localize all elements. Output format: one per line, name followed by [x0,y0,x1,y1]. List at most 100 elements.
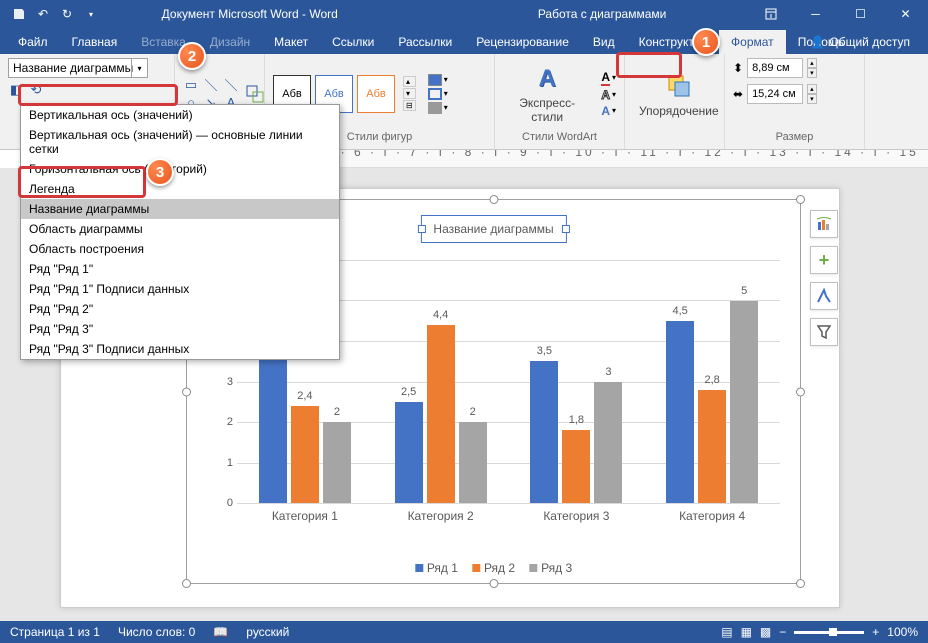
shape-fill-button[interactable]: ▾ [428,74,448,86]
change-shape-button[interactable] [245,84,265,104]
chart-add-element-icon[interactable]: + [810,246,838,274]
text-fill-button[interactable]: A▾ [601,70,616,86]
maximize-icon[interactable]: ☐ [838,0,883,28]
dropdown-item[interactable]: Вертикальная ось (значений) — основные л… [21,125,339,159]
spinner-up-icon[interactable]: ▴ [807,84,817,94]
bar[interactable]: 1,8 [562,430,590,503]
gallery-down-icon[interactable]: ▾ [403,88,416,99]
tab-mail[interactable]: Рассылки [386,30,464,54]
view-web-icon[interactable]: ▩ [760,625,771,639]
legend-item[interactable]: Ряд 1 [415,561,458,575]
dropdown-item[interactable]: Ряд "Ряд 3" [21,319,339,339]
dropdown-item[interactable]: Ряд "Ряд 1" Подписи данных [21,279,339,299]
chart-title[interactable]: Название диаграммы [420,215,566,243]
spell-check-icon[interactable]: 📖 [213,625,228,639]
shape-rect-icon[interactable]: ▭ [183,77,199,93]
reset-style-icon[interactable]: ⟲ [28,82,44,98]
tab-review[interactable]: Рецензирование [464,30,581,54]
bar[interactable]: 4,4 [427,325,455,503]
callout-3: 3 [146,158,174,186]
category-group[interactable]: 3,51,83 [530,260,622,503]
tab-home[interactable]: Главная [60,30,130,54]
minimize-icon[interactable]: ─ [793,0,838,28]
chevron-down-icon[interactable]: ▾ [131,59,147,77]
bar[interactable]: 2,5 [395,402,423,503]
chart-layout-icon[interactable] [810,210,838,238]
chart-element-dropdown[interactable]: Вертикальная ось (значений)Вертикальная … [20,104,340,360]
gallery-more-icon[interactable]: ⊟ [403,100,416,111]
dropdown-item[interactable]: Область построения [21,239,339,259]
doc-title: Документ Microsoft Word - Word [162,7,338,21]
bar[interactable]: 5 [730,301,758,504]
chart-legend[interactable]: Ряд 1 Ряд 2 Ряд 3 [415,561,572,575]
gallery-up-icon[interactable]: ▴ [403,76,416,87]
statusbar: Страница 1 из 1 Число слов: 0 📖 русский … [0,621,928,643]
spinner-down-icon[interactable]: ▾ [807,68,817,78]
view-read-icon[interactable]: ▤ [721,625,732,639]
tab-file[interactable]: Файл [6,30,60,54]
callout-2: 2 [178,42,206,70]
language-indicator[interactable]: русский [246,625,289,639]
chart-filter-icon[interactable] [810,318,838,346]
dropdown-item[interactable]: Горизонтальная ось (категорий) [21,159,339,179]
text-outline-button[interactable]: A▾ [601,88,616,102]
bar[interactable]: 3 [594,382,622,504]
bar[interactable]: 2,4 [291,406,319,503]
legend-item[interactable]: Ряд 3 [529,561,572,575]
callout-1: 1 [692,28,720,56]
shape-style-3[interactable]: Абв [357,75,395,113]
height-icon: ⬍ [733,61,743,75]
format-selection-icon[interactable]: ◧ [8,82,24,98]
ribbon-options-icon[interactable] [748,0,793,28]
tab-refs[interactable]: Ссылки [320,30,386,54]
dropdown-item[interactable]: Ряд "Ряд 2" [21,299,339,319]
page-indicator[interactable]: Страница 1 из 1 [10,625,100,639]
ribbon-tabs: Файл Главная Вставка Дизайн Макет Ссылки… [0,28,928,54]
share-button[interactable]: 👤Общий доступ [802,30,918,54]
wordart-express-button[interactable]: A Экспресс-стили [503,61,591,125]
tab-format[interactable]: Формат [719,30,786,54]
x-axis-labels: Категория 1Категория 2Категория 3Категор… [237,509,780,523]
context-title: Работа с диаграммами [538,7,667,21]
tab-layout[interactable]: Макет [262,30,320,54]
spinner-up-icon[interactable]: ▴ [807,58,817,68]
chart-styles-icon[interactable] [810,282,838,310]
bar[interactable]: 2 [459,422,487,503]
dropdown-item[interactable]: Вертикальная ось (значений) [21,105,339,125]
arrange-button[interactable]: Упорядочение [633,68,725,120]
shape-outline-button[interactable]: ▾ [428,88,448,100]
chart-element-selector[interactable]: Название диаграммы ▾ [8,58,148,78]
zoom-out-icon[interactable]: − [779,625,786,639]
bar[interactable]: 4,5 [666,321,694,503]
dropdown-item[interactable]: Ряд "Ряд 1" [21,259,339,279]
size-label: Размер [733,129,856,145]
dropdown-item[interactable]: Название диаграммы [21,199,339,219]
height-input[interactable] [747,58,803,78]
width-input[interactable] [747,84,803,104]
bar[interactable]: 3,5 [530,361,558,503]
view-print-icon[interactable]: ▦ [741,625,752,639]
tab-view[interactable]: Вид [581,30,627,54]
titlebar: ↶ ↻ ▾ Документ Microsoft Word - Word Раб… [0,0,928,28]
shape-line-icon[interactable]: ＼ [203,77,219,93]
word-count[interactable]: Число слов: 0 [118,625,195,639]
category-group[interactable]: 4,52,85 [666,260,758,503]
bar[interactable]: 2,8 [698,390,726,503]
category-group[interactable]: 2,54,42 [395,260,487,503]
close-icon[interactable]: ✕ [883,0,928,28]
bar[interactable]: 2 [323,422,351,503]
dropdown-item[interactable]: Область диаграммы [21,219,339,239]
shape-line2-icon[interactable]: ＼ [223,77,239,93]
tab-design[interactable]: Дизайн [198,30,262,54]
user-icon: 👤 [810,35,825,49]
shape-effects-button[interactable]: ▾ [428,102,448,114]
zoom-level[interactable]: 100% [887,625,918,639]
dropdown-item[interactable]: Легенда [21,179,339,199]
text-effects-button[interactable]: A▾ [601,104,616,118]
legend-item[interactable]: Ряд 2 [472,561,515,575]
wordart-styles-label: Стили WordArt [503,129,616,145]
width-icon: ⬌ [733,87,743,101]
zoom-in-icon[interactable]: + [872,625,879,639]
dropdown-item[interactable]: Ряд "Ряд 3" Подписи данных [21,339,339,359]
spinner-down-icon[interactable]: ▾ [807,94,817,104]
